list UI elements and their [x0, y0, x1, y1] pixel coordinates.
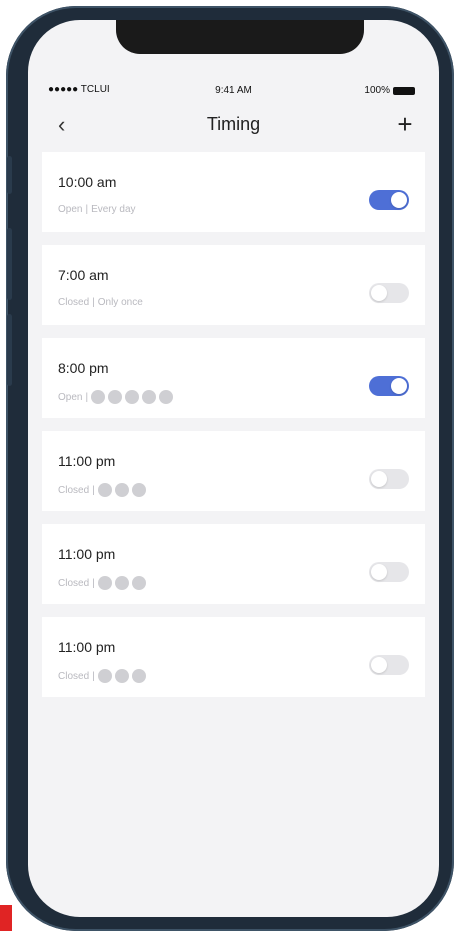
timer-item[interactable]: 10:00 am Open | Every day [42, 152, 425, 232]
timer-toggle[interactable] [369, 562, 409, 582]
notch [116, 20, 364, 54]
separator: | [92, 577, 95, 589]
weekday-dot [97, 669, 112, 683]
timer-subtitle: Closed | [58, 669, 146, 683]
timer-list: 10:00 am Open | Every day 7:00 am Closed | … [42, 152, 425, 710]
weekday-dot [125, 390, 140, 404]
timer-time: 10:00 am [58, 174, 117, 190]
timer-time: 7:00 am [58, 267, 109, 283]
timer-subtitle: Open | Every day [58, 204, 136, 215]
timer-time: 8:00 pm [58, 360, 109, 376]
weekday-dot [131, 669, 146, 683]
status-bar: ●●●●● TCLUI 9:41 AM 100% [28, 80, 439, 100]
volume-down-button [7, 314, 12, 386]
weekday-dot [114, 576, 129, 590]
battery-indicator: 100% [364, 85, 415, 96]
weekday-dot [131, 483, 146, 497]
timer-repeat: Only once [97, 297, 143, 308]
timer-status: Open [58, 204, 83, 215]
timer-subtitle: Closed | Only once [58, 297, 143, 308]
timer-item[interactable]: 11:00 pm Closed | [42, 431, 425, 511]
timer-item[interactable]: 7:00 am Closed | Only once [42, 245, 425, 325]
toggle-knob [371, 564, 387, 580]
toggle-knob [371, 285, 387, 301]
timer-toggle[interactable] [369, 655, 409, 675]
timer-status: Closed [58, 484, 90, 496]
weekday-dot [97, 483, 112, 497]
toggle-knob [371, 471, 387, 487]
weekday-dot [131, 576, 146, 590]
page-title: Timing [206, 114, 261, 134]
timer-item[interactable]: 11:00 pm Closed | [42, 524, 425, 604]
phone-screen: ●●●●● TCLUI 9:41 AM 100% ‹ Timing + 10:0… [28, 20, 439, 917]
timer-status: Closed [58, 670, 90, 682]
plus-icon: + [397, 109, 413, 139]
separator: | [92, 297, 95, 308]
timer-toggle[interactable] [369, 469, 409, 489]
timer-repeat: Every day [91, 204, 136, 215]
weekday-dot [114, 669, 129, 683]
timer-subtitle: Closed | [58, 576, 146, 590]
separator: | [92, 484, 95, 496]
nav-bar: ‹ Timing + [28, 110, 439, 140]
timer-time: 11:00 pm [58, 546, 116, 562]
corner-badge [0, 905, 12, 931]
volume-up-button [7, 228, 12, 300]
weekday-dot [159, 390, 174, 404]
timer-status: Closed [58, 297, 90, 308]
toggle-knob [371, 657, 387, 673]
weekday-dot [142, 390, 157, 404]
timer-toggle[interactable] [369, 283, 409, 303]
toggle-knob [391, 378, 407, 394]
timer-status: Closed [58, 577, 90, 589]
add-timer-button[interactable]: + [391, 110, 419, 140]
weekday-dot [97, 576, 112, 590]
timer-item[interactable]: 11:00 pm Closed | [42, 617, 425, 697]
battery-percent: 100% [364, 85, 390, 96]
separator: | [85, 391, 89, 403]
timer-time: 11:00 pm [58, 453, 116, 469]
phone-frame: ●●●●● TCLUI 9:41 AM 100% ‹ Timing + 10:0… [6, 6, 454, 931]
timer-status: Open [58, 391, 83, 403]
toggle-knob [391, 192, 407, 208]
timer-toggle[interactable] [369, 376, 409, 396]
timer-time: 11:00 pm [58, 639, 116, 655]
timer-item[interactable]: 8:00 pm Open | [42, 338, 425, 418]
weekday-dot [108, 390, 123, 404]
weekday-dot [114, 483, 129, 497]
timer-subtitle: Open | [58, 390, 174, 404]
weekday-dot [91, 390, 106, 404]
battery-icon [393, 86, 415, 95]
timer-toggle[interactable] [369, 190, 409, 210]
timer-subtitle: Closed | [58, 483, 146, 497]
separator: | [85, 204, 89, 215]
separator: | [92, 670, 95, 682]
side-button [7, 156, 12, 194]
